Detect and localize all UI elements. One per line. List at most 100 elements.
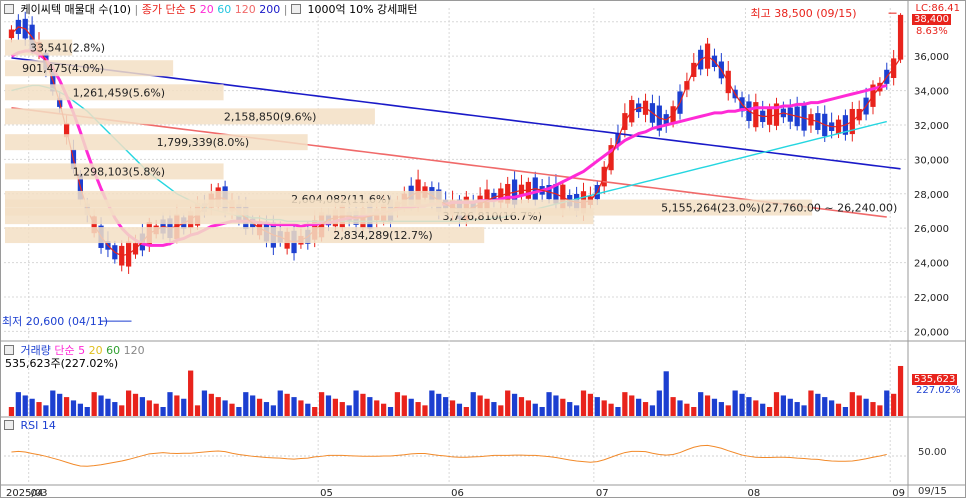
volume-ma-label: 단순 [54, 344, 75, 357]
x-tick-label: 08 [747, 488, 760, 498]
volume-bar [739, 393, 745, 416]
volume-profile-label: 2,834,289(12.7%) [333, 229, 433, 242]
volume-bar [835, 403, 842, 416]
lc-label: LC:86.41 [915, 3, 960, 14]
volume-bar [194, 405, 201, 416]
volume-bar [663, 371, 669, 416]
volume-bar [387, 407, 394, 416]
high-annotation: 최고 38,500 (09/15) [751, 7, 857, 20]
volume-bar [787, 398, 793, 416]
x-tick-label: 04 [31, 488, 44, 498]
volume-bar [463, 407, 469, 416]
ma5-legend: 5 [189, 3, 197, 16]
volume-bar [746, 397, 752, 416]
candle-body [897, 14, 904, 60]
volume-bar [532, 403, 538, 416]
volume-bar [546, 392, 552, 416]
volume-bar [201, 390, 208, 416]
volume-bar [684, 403, 690, 416]
y-tick-label: 20,000 [914, 327, 949, 338]
volume-profile-label: 33,541(2.8%) [30, 42, 105, 55]
volume-bar [36, 402, 42, 416]
rsi-panel-toggle-icon[interactable] [4, 420, 14, 430]
volume-bar [525, 400, 531, 416]
volume-bar [298, 400, 304, 416]
volume-bar [498, 405, 504, 416]
volume-bar [250, 395, 256, 416]
volume-panel-toggle-icon[interactable] [4, 345, 14, 355]
ma60-legend: 60 [217, 3, 232, 16]
volume-bar [70, 400, 77, 416]
volume-bar [615, 407, 621, 416]
volume-bar [801, 405, 807, 416]
ma200-legend: 200 [259, 3, 281, 16]
volume-bar [374, 400, 380, 416]
volume-bar [181, 398, 187, 416]
volume-bar [815, 393, 821, 416]
volume-bar [580, 390, 587, 416]
volume-profile-label: 5,155,264(23.0%)(27,760.00 ~ 26,240.00) [661, 202, 897, 215]
volume-bar [539, 407, 545, 416]
volume-bar [670, 397, 676, 416]
volume-bar [360, 393, 366, 416]
volume-profile-label: 1,261,459(5.6%) [73, 86, 166, 99]
volume-bar [160, 407, 166, 416]
volume-bar [636, 398, 642, 416]
x-tick-label: 05 [320, 488, 333, 498]
volume-bar [243, 392, 249, 416]
volume-bar [642, 402, 649, 416]
volume-bar [77, 403, 83, 416]
vma5-legend: 5 [78, 344, 86, 357]
y-tick-label: 22,000 [914, 293, 949, 304]
volume-bar [332, 398, 339, 416]
x-tick-label: 09 [892, 488, 905, 498]
volume-bar [884, 390, 890, 416]
volume-bar [381, 403, 387, 416]
volume-bar [277, 390, 283, 416]
volume-legend: 거래량 단순 5 20 60 120 [4, 344, 145, 358]
x-axis-right-label: 09/15 [918, 486, 947, 497]
volume-bar [601, 400, 607, 416]
y-tick-label: 32,000 [914, 121, 949, 132]
pattern-toggle-icon[interactable] [290, 4, 301, 14]
volume-bar [139, 397, 146, 416]
volume-bar [718, 402, 724, 416]
volume-bar [22, 395, 28, 416]
y-tick-label: 24,000 [914, 259, 949, 270]
volume-bar [587, 393, 594, 416]
volume-bar [167, 392, 173, 416]
volume-bar [698, 392, 704, 416]
volume-bar [353, 390, 359, 416]
current-price-badge: 38,400 [912, 14, 951, 25]
volume-bar [125, 390, 132, 416]
volume-bar [753, 400, 759, 416]
low-annotation: 최저 20,600 (04/11) [2, 315, 108, 328]
volume-bar [132, 393, 139, 416]
volume-profile-label: 1,799,339(8.0%) [157, 136, 250, 149]
rsi-name: RSI 14 [20, 419, 56, 432]
vma60-legend: 60 [106, 344, 121, 357]
volume-value-text: 535,623주(227.02%) [5, 357, 119, 370]
volume-bar [443, 397, 449, 416]
volume-name: 거래량 [20, 344, 51, 357]
volume-bar [57, 393, 63, 416]
volume-profile-bar [5, 108, 375, 125]
volume-bar [325, 395, 332, 416]
panel-toggle-icon[interactable] [4, 4, 14, 14]
volume-bar [829, 400, 835, 416]
volume-bar [567, 402, 573, 416]
vma120-legend: 120 [123, 344, 145, 357]
volume-bar [773, 392, 780, 416]
volume-bar [15, 392, 21, 416]
volume-bar [560, 398, 566, 416]
volume-bar [808, 390, 814, 416]
volume-bar [505, 390, 511, 416]
volume-bar [236, 407, 242, 416]
volume-bar [408, 398, 414, 416]
ma-legend-label: 종가 단순 [141, 3, 186, 16]
vma20-legend: 20 [88, 344, 103, 357]
volume-bar [677, 400, 683, 416]
volume-bar [112, 402, 118, 416]
chart-canvas[interactable]: 20,000 22,000 24,000 26,000 28,000 30,000 32,0… [0, 0, 966, 498]
y-tick-label: 26,000 [914, 224, 949, 235]
